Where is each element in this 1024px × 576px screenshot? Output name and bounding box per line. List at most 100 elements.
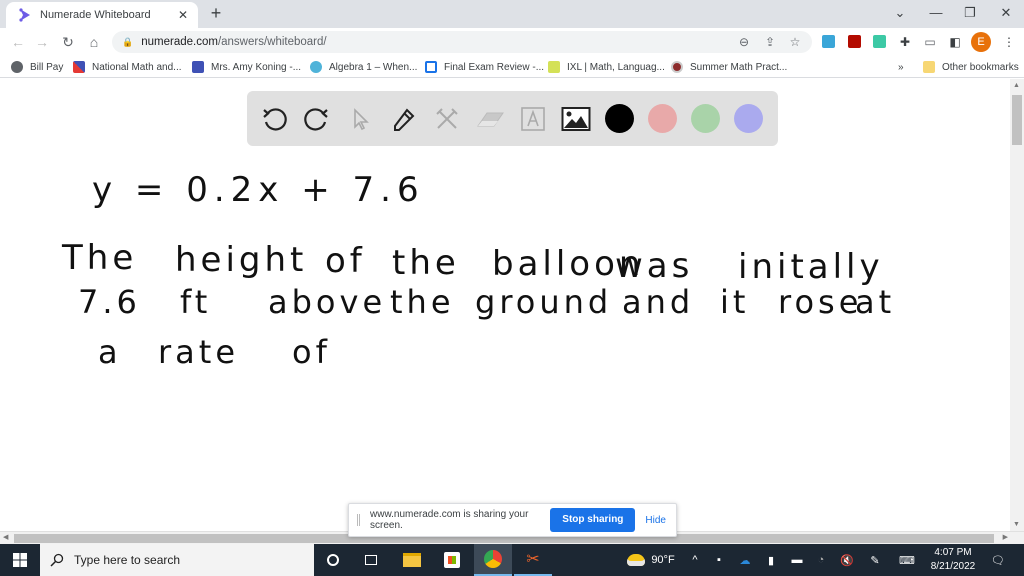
- color-swatch-green[interactable]: [691, 104, 720, 133]
- tools-button[interactable]: [431, 103, 463, 135]
- start-button[interactable]: [0, 544, 40, 576]
- share-icon[interactable]: ⇪: [761, 33, 779, 51]
- task-view-button[interactable]: [352, 544, 390, 576]
- battery-icon[interactable]: ▬: [788, 544, 806, 576]
- scroll-left-arrow[interactable]: ◀: [3, 533, 8, 541]
- eraser-icon: [477, 112, 504, 127]
- bookmark-label: Summer Math Pract...: [690, 61, 788, 73]
- bookmark-national-math[interactable]: National Math and...: [73, 59, 182, 75]
- handwritten-word: initally: [738, 247, 884, 287]
- volume-muted-icon[interactable]: 🔇: [838, 544, 856, 576]
- forward-button[interactable]: →: [32, 32, 52, 52]
- text-box-icon: [521, 107, 545, 131]
- close-window-button[interactable]: ✕: [988, 2, 1024, 24]
- bookmark-label: Other bookmarks: [942, 61, 1019, 73]
- tray-app-icon[interactable]: ▪: [710, 544, 728, 576]
- handwritten-word: it: [720, 283, 750, 321]
- color-swatch-black[interactable]: [605, 104, 634, 133]
- vertical-scrollbar[interactable]: ▲ ▼: [1010, 79, 1024, 531]
- stop-sharing-button[interactable]: Stop sharing: [550, 508, 636, 532]
- bookmark-summer-math[interactable]: Summer Math Pract...: [671, 59, 787, 75]
- notifications-icon[interactable]: 🗨: [986, 544, 1010, 576]
- color-swatch-red[interactable]: [648, 104, 677, 133]
- drag-grip-icon[interactable]: [357, 514, 360, 526]
- url-text: numerade.com/answers/whiteboard/: [141, 36, 326, 48]
- eraser-tool-button[interactable]: [474, 103, 506, 135]
- tab-title: Numerade Whiteboard: [40, 9, 151, 21]
- handwritten-word: rate: [158, 333, 239, 371]
- windows-taskbar: Type here to search ✂ 90°F ^ ▪ ☁ ▮ ▬ ◔ 🔇…: [0, 544, 1024, 576]
- hide-button[interactable]: Hide: [645, 515, 666, 526]
- vertical-scroll-thumb[interactable]: [1012, 95, 1022, 145]
- minimize-button[interactable]: —: [918, 2, 954, 24]
- handwritten-word: ft: [180, 283, 212, 321]
- bookmark-ixl[interactable]: IXL | Math, Languag...: [548, 59, 665, 75]
- image-tool-button[interactable]: [560, 103, 592, 135]
- bookmark-label: Bill Pay: [30, 61, 64, 73]
- weather-temperature[interactable]: 90°F: [648, 544, 678, 576]
- select-tool-button[interactable]: [345, 103, 377, 135]
- handwritten-word: of: [292, 333, 331, 371]
- onedrive-cloud-icon[interactable]: ☁: [736, 544, 754, 576]
- bookmark-star-icon[interactable]: ☆: [786, 33, 804, 51]
- back-button[interactable]: ←: [8, 32, 28, 52]
- microsoft-store-button[interactable]: [433, 544, 471, 576]
- side-panel-icon[interactable]: ◧: [946, 33, 964, 51]
- other-bookmarks[interactable]: Other bookmarks: [923, 59, 1019, 75]
- new-tab-button[interactable]: +: [206, 4, 226, 24]
- address-bar[interactable]: 🔒 numerade.com/answers/whiteboard/: [112, 31, 812, 53]
- system-clock[interactable]: 4:07 PM 8/21/2022: [922, 546, 984, 574]
- bookmark-bill-pay[interactable]: Bill Pay: [11, 59, 63, 75]
- profile-avatar[interactable]: E: [971, 32, 991, 52]
- wifi-icon[interactable]: ◔: [812, 544, 830, 576]
- scroll-right-arrow[interactable]: ▶: [1003, 533, 1008, 541]
- file-explorer-button[interactable]: [393, 544, 431, 576]
- task-view-icon: [365, 555, 377, 565]
- pen-workspace-icon[interactable]: ✎: [866, 544, 884, 576]
- extensions-puzzle-icon[interactable]: ✚: [896, 33, 914, 51]
- whiteboard-toolbar: [247, 91, 778, 146]
- scroll-down-arrow[interactable]: ▼: [1013, 521, 1020, 528]
- browser-tab[interactable]: Numerade Whiteboard ✕: [6, 2, 198, 28]
- extension-face-icon[interactable]: [871, 33, 889, 51]
- bookmark-algebra-1[interactable]: Algebra 1 – When...: [310, 59, 417, 75]
- usb-device-icon[interactable]: ▮: [762, 544, 780, 576]
- numerade-logo-icon: [19, 8, 30, 22]
- adobe-pdf-icon[interactable]: [846, 33, 864, 51]
- tab-close-button[interactable]: ✕: [172, 8, 194, 22]
- undo-icon: [263, 108, 287, 131]
- reload-button[interactable]: ↻: [58, 32, 78, 52]
- touch-keyboard-icon[interactable]: ⌨: [896, 544, 918, 576]
- handwritten-word: the: [392, 242, 460, 283]
- color-swatch-blue[interactable]: [734, 104, 763, 133]
- handwritten-word: was: [615, 245, 694, 286]
- snipping-tool-button[interactable]: ✂: [514, 544, 552, 576]
- redo-button[interactable]: [301, 103, 333, 135]
- chrome-taskbar-button[interactable]: [474, 544, 512, 576]
- restore-button[interactable]: ❐: [952, 2, 988, 24]
- menu-kebab-icon[interactable]: ⋮: [1000, 33, 1018, 51]
- scroll-up-arrow[interactable]: ▲: [1013, 82, 1020, 89]
- bookmark-label: Final Exam Review -...: [444, 61, 545, 73]
- bookmarks-overflow-button[interactable]: »: [898, 59, 904, 75]
- home-button[interactable]: ⌂: [84, 32, 104, 52]
- handwritten-word: above: [268, 283, 387, 321]
- text-tool-button[interactable]: [517, 103, 549, 135]
- bookmarks-bar: Bill Pay National Math and... Mrs. Amy K…: [0, 56, 1024, 78]
- bookmark-label: Algebra 1 – When...: [329, 61, 418, 73]
- cast-icon[interactable]: ▭: [921, 33, 939, 51]
- cortana-button[interactable]: [314, 544, 352, 576]
- tools-cross-icon: [436, 108, 458, 129]
- extension-cloud-icon[interactable]: [820, 33, 838, 51]
- wordpress-icon: [310, 61, 322, 73]
- taskbar-search-box[interactable]: Type here to search: [40, 544, 314, 576]
- bookmark-mrs-koning[interactable]: Mrs. Amy Koning -...: [192, 59, 301, 75]
- tab-search-button[interactable]: ⌄: [882, 2, 918, 24]
- bookmark-final-exam[interactable]: Final Exam Review -...: [425, 59, 544, 75]
- pen-tool-button[interactable]: [388, 103, 420, 135]
- undo-button[interactable]: [258, 103, 290, 135]
- handwritten-word: 7.6: [78, 283, 141, 321]
- weather-cloud-icon[interactable]: [624, 544, 648, 576]
- show-hidden-icons-chevron-icon[interactable]: ^: [686, 544, 704, 576]
- zoom-icon[interactable]: ⊖: [735, 33, 753, 51]
